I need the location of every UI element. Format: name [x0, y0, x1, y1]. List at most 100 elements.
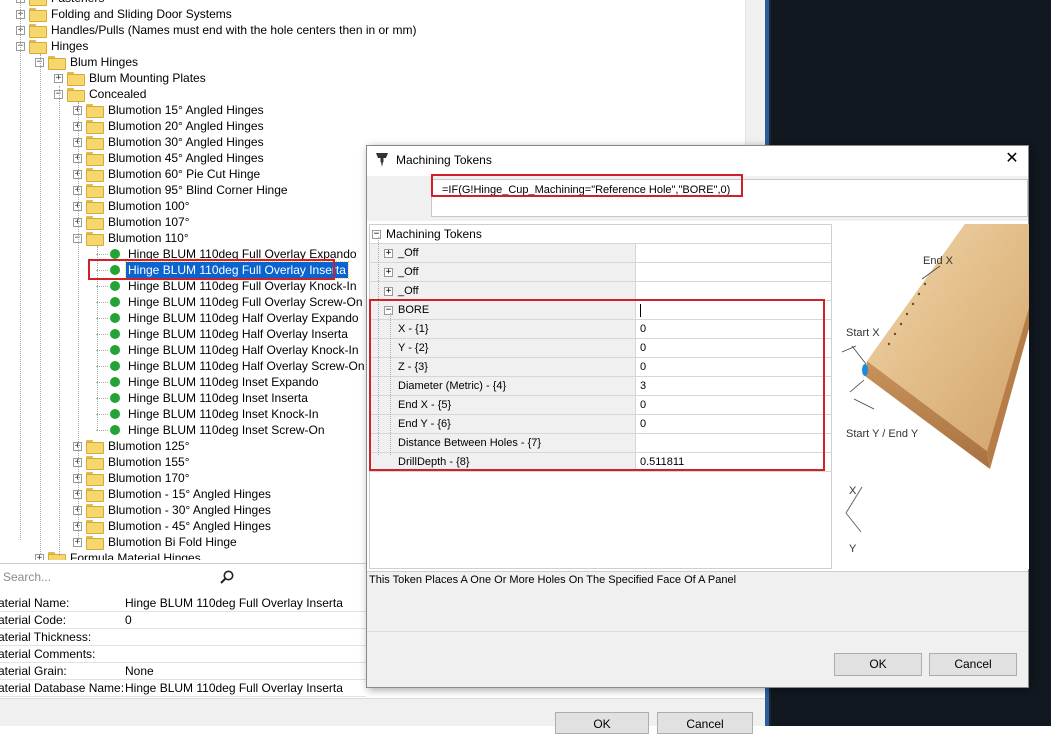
- token-value[interactable]: 0: [640, 415, 646, 433]
- tree-item[interactable]: Hinge BLUM 110deg Inset Screw-On: [96, 422, 327, 438]
- tree-item[interactable]: Hinge BLUM 110deg Full Overlay Expando: [96, 246, 359, 262]
- grid-name-cell: − Machining Tokens: [370, 225, 636, 243]
- close-icon[interactable]: ✕: [1004, 151, 1020, 167]
- tree-folder[interactable]: + Blumotion 15° Angled Hinges: [73, 102, 266, 118]
- tree-folder[interactable]: + Blumotion 155°: [73, 454, 192, 470]
- token-row[interactable]: + _Off: [370, 282, 833, 301]
- expand-icon[interactable]: +: [35, 553, 44, 560]
- token-grid[interactable]: − Machining Tokens + _Off + _Off + _Off − BORE X -…: [369, 224, 833, 569]
- tree-node-label: Hinge BLUM 110deg Half Overlay Knock-In: [128, 343, 359, 357]
- token-row[interactable]: End X - {5} 0: [370, 396, 833, 415]
- token-value[interactable]: 0.511811: [640, 453, 684, 471]
- token-value[interactable]: 0: [640, 320, 646, 338]
- tree-node-label: Hinges: [51, 39, 89, 53]
- tree-item[interactable]: Hinge BLUM 110deg Half Overlay Knock-In: [96, 342, 361, 358]
- tree-item[interactable]: Hinge BLUM 110deg Full Overlay Knock-In: [96, 278, 359, 294]
- axis-x-label: X: [849, 485, 857, 497]
- formula-field[interactable]: =IF(G!Hinge_Cup_Machining="Reference Hol…: [431, 179, 1028, 217]
- tree-folder[interactable]: + Blumotion 45° Angled Hinges: [73, 150, 266, 166]
- expand-icon[interactable]: +: [54, 73, 63, 83]
- tree-folder[interactable]: + Blumotion - 15° Angled Hinges: [73, 486, 273, 502]
- item-status-icon: [110, 377, 120, 387]
- token-row[interactable]: + _Off: [370, 263, 833, 282]
- folder-icon: [86, 152, 104, 166]
- tree-folder[interactable]: − Blumotion 110°: [73, 230, 191, 246]
- search-icon[interactable]: [220, 570, 234, 584]
- token-row[interactable]: DrillDepth - {8} 0.511811: [370, 453, 833, 472]
- tree-item[interactable]: Hinge BLUM 110deg Inset Inserta: [96, 390, 310, 406]
- axis-y-label: Y: [849, 543, 857, 555]
- token-value[interactable]: 0: [640, 396, 646, 414]
- grid-name-cell: X - {1}: [370, 320, 636, 338]
- tree-folder[interactable]: − Hinges: [16, 38, 90, 54]
- tree-node-label: Hinge BLUM 110deg Inset Knock-In: [128, 407, 319, 421]
- token-value[interactable]: 3: [640, 377, 646, 395]
- token-row[interactable]: Diameter (Metric) - {4} 3: [370, 377, 833, 396]
- grid-name-cell: − BORE: [370, 301, 636, 319]
- tree-folder[interactable]: + Blumotion 60° Pie Cut Hinge: [73, 166, 262, 182]
- tree-item[interactable]: Hinge BLUM 110deg Inset Expando: [96, 374, 321, 390]
- grid-name-cell: Y - {2}: [370, 339, 636, 357]
- tree-node-label: Blumotion 30° Angled Hinges: [108, 135, 264, 149]
- main-ok-button[interactable]: OK: [555, 712, 649, 734]
- property-value: None: [125, 664, 154, 678]
- token-grid-root[interactable]: − Machining Tokens: [370, 225, 833, 244]
- tree-folder[interactable]: + Blumotion 170°: [73, 470, 192, 486]
- dialog-ok-button[interactable]: OK: [834, 653, 922, 676]
- tree-node-label: Hinge BLUM 110deg Inset Expando: [128, 375, 319, 389]
- dialog-title: Machining Tokens: [396, 153, 492, 167]
- tree-node-label: Hinge BLUM 110deg Inset Screw-On: [128, 423, 325, 437]
- tree-folder[interactable]: + Blumotion - 45° Angled Hinges: [73, 518, 273, 534]
- token-row[interactable]: Distance Between Holes - {7}: [370, 434, 833, 453]
- tree-folder[interactable]: + Formula Material Hinges: [35, 550, 203, 560]
- tree-folder[interactable]: + Blumotion - 30° Angled Hinges: [73, 502, 273, 518]
- tree-folder[interactable]: + Blumotion 125°: [73, 438, 192, 454]
- tree-folder[interactable]: + Blumotion 20° Angled Hinges: [73, 118, 266, 134]
- search-input[interactable]: Search...: [3, 570, 51, 584]
- item-status-icon: [110, 329, 120, 339]
- folder-icon: [67, 88, 85, 102]
- tree-guide-line: [78, 102, 79, 542]
- expand-icon[interactable]: +: [384, 249, 393, 258]
- tree-folder[interactable]: + Blumotion 100°: [73, 198, 192, 214]
- item-status-icon: [110, 409, 120, 419]
- collapse-icon[interactable]: −: [384, 306, 393, 315]
- tree-folder[interactable]: − Concealed: [54, 86, 148, 102]
- property-key: aterial Name:: [0, 596, 70, 610]
- collapse-icon[interactable]: −: [372, 230, 381, 239]
- dialog-titlebar[interactable]: Machining Tokens ✕: [367, 146, 1028, 176]
- tree-folder[interactable]: + Blumotion Bi Fold Hinge: [73, 534, 239, 550]
- tree-item[interactable]: Hinge BLUM 110deg Half Overlay Screw-On: [96, 358, 367, 374]
- tree-folder[interactable]: + Blum Mounting Plates: [54, 70, 208, 86]
- grid-name-cell: + _Off: [370, 282, 636, 300]
- tree-folder[interactable]: + Blumotion 30° Angled Hinges: [73, 134, 266, 150]
- tree-folder[interactable]: + Handles/Pulls (Names must end with the …: [16, 22, 419, 38]
- token-row[interactable]: End Y - {6} 0: [370, 415, 833, 434]
- token-value[interactable]: 0: [640, 358, 646, 376]
- tree-item[interactable]: Hinge BLUM 110deg Half Overlay Expando: [96, 310, 361, 326]
- tree-item[interactable]: Hinge BLUM 110deg Half Overlay Inserta: [96, 326, 350, 342]
- tree-folder[interactable]: − Blum Hinges: [35, 54, 140, 70]
- tree-item[interactable]: Hinge BLUM 110deg Full Overlay Screw-On: [96, 294, 365, 310]
- token-row[interactable]: Z - {3} 0: [370, 358, 833, 377]
- token-value[interactable]: 0: [640, 339, 646, 357]
- tree-node-label: Blumotion 125°: [108, 439, 190, 453]
- tree-folder[interactable]: + Blumotion 107°: [73, 214, 192, 230]
- tree-item[interactable]: Hinge BLUM 110deg Inset Knock-In: [96, 406, 321, 422]
- grid-name-cell: + _Off: [370, 244, 636, 262]
- token-row[interactable]: X - {1} 0: [370, 320, 833, 339]
- grid-guide-line: [390, 313, 391, 455]
- tree-folder[interactable]: + Blumotion 95° Blind Corner Hinge: [73, 182, 290, 198]
- tree-item[interactable]: Hinge BLUM 110deg Full Overlay Inserta: [96, 261, 349, 279]
- tree-folder[interactable]: + Folding and Sliding Door Systems: [16, 6, 234, 22]
- main-cancel-button[interactable]: Cancel: [657, 712, 753, 734]
- search-bar[interactable]: Search...: [0, 563, 366, 589]
- tree-node-label: Blumotion Bi Fold Hinge: [108, 535, 237, 549]
- expand-icon[interactable]: +: [384, 268, 393, 277]
- token-row[interactable]: + _Off: [370, 244, 833, 263]
- material-properties: aterial Name: Hinge BLUM 110deg Full Over…: [0, 595, 366, 697]
- token-row[interactable]: Y - {2} 0: [370, 339, 833, 358]
- dialog-cancel-button[interactable]: Cancel: [929, 653, 1017, 676]
- expand-icon[interactable]: +: [384, 287, 393, 296]
- token-row[interactable]: − BORE: [370, 301, 833, 320]
